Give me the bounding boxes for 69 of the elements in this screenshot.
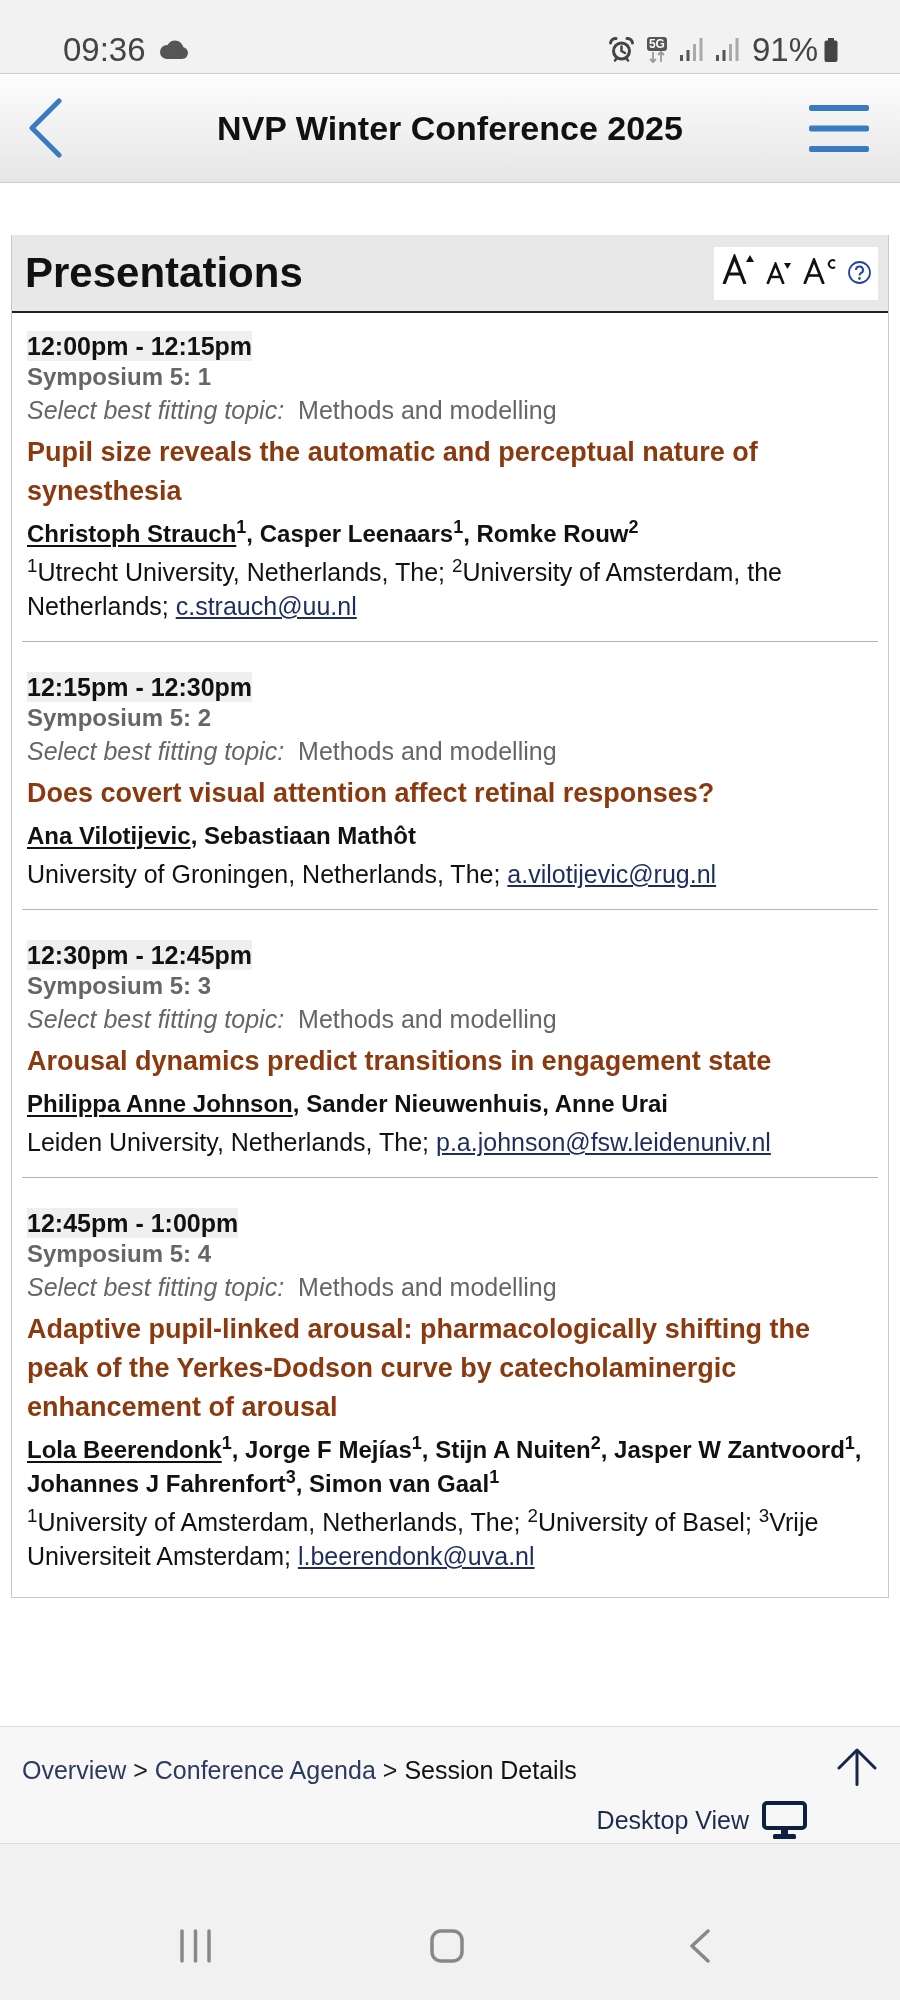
- signal-icon: [679, 38, 703, 61]
- topic-value: Methods and modelling: [298, 736, 557, 767]
- email-link[interactable]: c.strauch@uu.nl: [175, 592, 357, 620]
- recent-apps-icon[interactable]: [180, 1929, 211, 1963]
- topic-label: Select best fitting topic:: [27, 736, 285, 767]
- topic-value: Methods and modelling: [298, 1272, 557, 1303]
- session-label: Symposium 5: 2: [27, 703, 213, 733]
- author-name: Philippa Anne Johnson,: [27, 1090, 300, 1117]
- breadcrumb-separator: >: [133, 1755, 148, 1785]
- author-name: Romke Rouw$^{2}$: [476, 520, 639, 547]
- presentation-title: Arousal dynamics predict transitions in engagement state: [27, 1045, 773, 1078]
- session-label: Symposium 5: 1: [27, 362, 213, 392]
- author-name: Jorge F Mejías$^{1}$,: [245, 1436, 429, 1463]
- time-slot: 12:00pm - 12:15pm: [27, 331, 253, 361]
- author-name: Christoph Strauch$^{1}$,: [27, 520, 254, 547]
- cloud-icon: [157, 40, 188, 59]
- session-label: Symposium 5: 3: [27, 971, 213, 1001]
- signal-icon: [715, 38, 739, 61]
- breadcrumb-link[interactable]: Overview: [22, 1755, 127, 1785]
- author-name: Casper Leenaars$^{1}$,: [259, 520, 470, 547]
- topic-label: Select best fitting topic:: [27, 1004, 285, 1035]
- network-badge: 5G: [646, 36, 667, 51]
- author-name: Lola Beerendonk$^{1}$,: [27, 1436, 239, 1463]
- author-name: Ana Vilotijevic,: [27, 822, 198, 849]
- topic-label: Select best fitting topic:: [27, 1272, 285, 1303]
- author-name: Stijn A Nuiten$^{2}$,: [435, 1436, 608, 1463]
- topic-value: Methods and modelling: [298, 1004, 557, 1035]
- time-slot: 12:45pm - 1:00pm: [27, 1208, 239, 1238]
- presentation-title: Pupil size reveals the automatic and perceptual nature of synesthesia: [27, 436, 759, 508]
- battery-percentage: 91%: [751, 29, 818, 70]
- help-icon[interactable]: [848, 260, 871, 284]
- presentation-title: Adaptive pupil-linked arousal: pharmacologically shifting the peak of the Yerkes-Dodson curve by catecholaminergic enhancement of arousal: [27, 1313, 812, 1424]
- back-icon[interactable]: [27, 98, 63, 158]
- section-title: Presentations: [25, 248, 303, 298]
- author-name: Sander Nieuwenhuis,: [306, 1090, 549, 1117]
- breadcrumb-separator: >: [382, 1755, 398, 1785]
- font-reset-icon[interactable]: [803, 257, 836, 284]
- email-link[interactable]: a.vilotijevic@rug.nl: [507, 860, 717, 888]
- author-name: Anne Urai: [554, 1090, 668, 1117]
- data-arrows-icon: [647, 50, 666, 63]
- author-name: Johannes J Fahrenfort$^{3}$,: [27, 1470, 303, 1497]
- affiliation-text: University of Groningen, Netherlands, The; a.vilotijevic@rug.nl: [27, 859, 718, 890]
- font-size-down-icon[interactable]: [766, 261, 791, 284]
- battery-icon: [824, 37, 838, 62]
- clock-time: 09:36: [63, 29, 146, 70]
- session-label: Symposium 5: 4: [27, 1239, 213, 1269]
- font-size-up-icon[interactable]: [722, 253, 754, 284]
- monitor-icon[interactable]: [762, 1801, 807, 1839]
- back-icon[interactable]: [689, 1929, 711, 1963]
- alarm-clock-icon: [608, 37, 634, 62]
- breadcrumb-link[interactable]: Conference Agenda: [154, 1755, 376, 1785]
- email-link[interactable]: p.a.johnson@fsw.leidenuniv.nl: [436, 1128, 771, 1156]
- breadcrumb-current: Session Details: [404, 1755, 577, 1785]
- home-icon[interactable]: [430, 1929, 464, 1963]
- author-name: Simon van Gaal$^{1}$: [309, 1470, 500, 1497]
- affiliation-text: Leiden University, Netherlands, The; p.a.johnson@fsw.leidenuniv.nl: [27, 1127, 772, 1158]
- desktop-view-link[interactable]: Desktop View: [596, 1805, 749, 1835]
- affiliation-text: $^{1}$University of Amsterdam, Netherlands, The; $^{2}$University of Basel; $^{3}$Vrije Universiteit Amsterdam; l.beerendonk@uva.nl: [27, 1505, 820, 1572]
- topic-label: Select best fitting topic:: [27, 395, 285, 426]
- time-slot: 12:30pm - 12:45pm: [27, 940, 253, 970]
- author-name: Jasper W Zantvoord$^{1}$,: [614, 1436, 862, 1463]
- email-link[interactable]: l.beerendonk@uva.nl: [297, 1542, 535, 1570]
- menu-icon[interactable]: [809, 104, 869, 152]
- topic-value: Methods and modelling: [298, 395, 557, 426]
- affiliation-text: $^{1}$Utrecht University, Netherlands, The; $^{2}$University of Amsterdam, the Netherlands; c.strauch@uu.nl: [27, 555, 783, 622]
- time-slot: 12:15pm - 12:30pm: [27, 672, 253, 702]
- presentation-title: Does covert visual attention affect retinal responses?: [27, 777, 716, 810]
- author-name: Sebastiaan Mathôt: [203, 822, 416, 849]
- page-title: NVP Winter Conference 2025: [217, 108, 683, 148]
